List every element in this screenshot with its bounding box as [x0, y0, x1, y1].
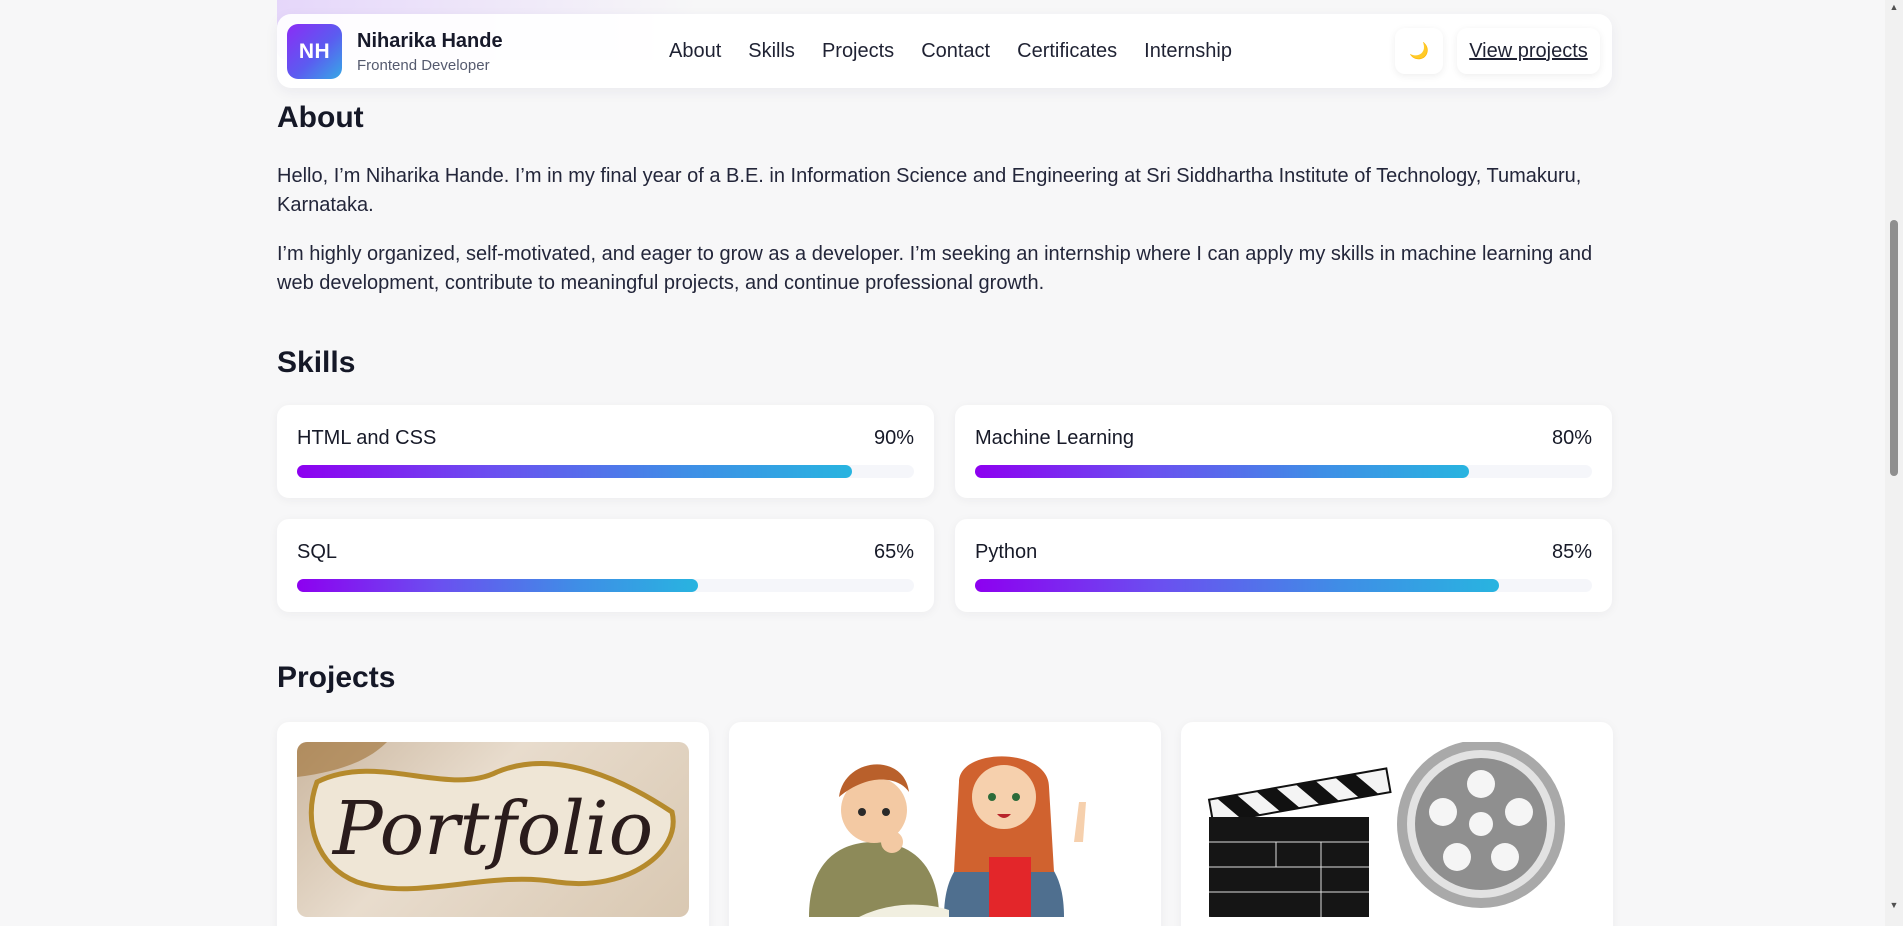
project-card[interactable]: [729, 722, 1161, 926]
film-clapper-reel-image: [1201, 742, 1593, 917]
page-scrollbar[interactable]: ▲ ▼: [1885, 0, 1903, 926]
nav-contact[interactable]: Contact: [921, 40, 990, 63]
skills-heading: Skills: [277, 346, 356, 379]
skill-bar-track: [975, 579, 1592, 592]
skill-bar-track: [297, 465, 914, 478]
view-projects-button[interactable]: View projects: [1457, 28, 1600, 74]
skill-bar-fill: [297, 465, 853, 478]
scrollbar-thumb[interactable]: [1890, 220, 1898, 476]
skill-name: Python: [975, 541, 1038, 563]
nav-internship[interactable]: Internship: [1144, 40, 1232, 63]
about-heading: About: [277, 101, 364, 134]
brand-name: Niharika Hande: [357, 30, 503, 52]
about-paragraph-2: I’m highly organized, self-motivated, an…: [277, 243, 1593, 294]
skill-percent: 85%: [1551, 541, 1592, 563]
project-card[interactable]: Portfolio: [277, 722, 709, 926]
site-header: NH Niharika Hande Frontend Developer Abo…: [277, 14, 1612, 88]
skill-bar-fill: [975, 579, 1500, 592]
nav-skills[interactable]: Skills: [748, 40, 795, 63]
skill-card: SQL 65%: [277, 519, 934, 612]
project-card[interactable]: [1181, 722, 1613, 926]
skill-name: Machine Learning: [975, 427, 1134, 449]
skill-percent: 65%: [873, 541, 914, 563]
skill-bar-track: [297, 579, 914, 592]
projects-heading: Projects: [277, 661, 396, 694]
skill-bar-track: [975, 465, 1592, 478]
nav-projects[interactable]: Projects: [822, 40, 894, 63]
theme-toggle-button[interactable]: 🌙: [1395, 28, 1443, 74]
main-nav: About Skills Projects Contact Certificat…: [669, 14, 1232, 88]
logo-badge[interactable]: NH: [287, 24, 342, 79]
nav-about[interactable]: About: [669, 40, 721, 63]
moon-icon: 🌙: [1409, 43, 1429, 60]
skill-name: SQL: [297, 541, 338, 563]
page: NH Niharika Hande Frontend Developer Abo…: [0, 0, 1885, 926]
skill-card: HTML and CSS 90%: [277, 405, 934, 498]
skill-card: Machine Learning 80%: [955, 405, 1612, 498]
scroll-down-icon[interactable]: ▼: [1889, 900, 1899, 910]
skill-name: HTML and CSS: [297, 427, 437, 449]
portfolio-lettering-image: Portfolio: [297, 742, 689, 917]
portfolio-lettering: Portfolio: [331, 786, 653, 872]
skill-card: Python 85%: [955, 519, 1612, 612]
skill-percent: 80%: [1551, 427, 1592, 449]
scroll-up-icon[interactable]: ▲: [1889, 2, 1899, 12]
skill-bar-fill: [975, 465, 1469, 478]
brand-role: Frontend Developer: [357, 57, 490, 74]
skill-bar-fill: [297, 579, 699, 592]
nav-certificates[interactable]: Certificates: [1017, 40, 1117, 63]
students-illustration-image: [749, 742, 1141, 917]
skill-percent: 90%: [873, 427, 914, 449]
about-paragraph-1: Hello, I’m Niharika Hande. I’m in my fin…: [277, 165, 1582, 216]
